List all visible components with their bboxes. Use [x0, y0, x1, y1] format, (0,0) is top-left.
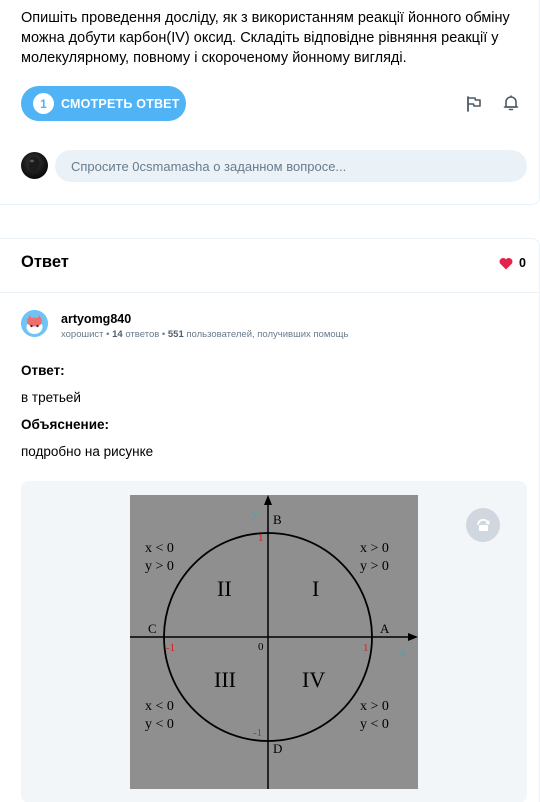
explanation-label: Объяснение:: [21, 417, 110, 432]
tick-origin: 0: [258, 641, 264, 653]
divider: [0, 292, 540, 293]
q3-y-condition: y < 0: [145, 717, 174, 732]
tick-left: -1: [166, 642, 175, 654]
attachment-image-box[interactable]: B C A D 1 -1 1 -1 0 y x II I III IV x <: [21, 481, 527, 802]
answers-count: 14: [112, 329, 123, 340]
q1-x-condition: x > 0: [360, 541, 389, 556]
username-link[interactable]: artyomg840: [61, 312, 131, 326]
point-top-label: B: [273, 512, 282, 527]
user-rank: хорошист: [61, 329, 104, 340]
rotate-image-button[interactable]: [466, 508, 500, 542]
helped-count: 551: [167, 329, 184, 340]
answer-count-badge: 1: [33, 93, 54, 114]
asker-avatar[interactable]: [21, 152, 48, 179]
avatar-image-icon: [29, 156, 40, 176]
ask-question-input[interactable]: Спросите 0csmamasha о заданном вопросе..…: [55, 150, 527, 182]
point-left-label: C: [148, 621, 157, 636]
tick-top: 1: [258, 532, 264, 544]
quadrant-i-label: I: [312, 576, 319, 601]
rotate-icon: [477, 519, 490, 531]
q1-y-condition: y > 0: [360, 559, 389, 574]
explanation-text: подробно на рисунке: [21, 444, 154, 459]
quadrant-ii-label: II: [217, 576, 232, 601]
answer-card: Ответ 0 artyomg840 хорошист • 14 ответов…: [0, 238, 540, 802]
x-axis-arrow-icon: [408, 633, 418, 641]
user-meta: хорошист • 14 ответов • 551 пользователе…: [61, 329, 348, 340]
tick-bottom: -1: [253, 727, 262, 739]
q4-y-condition: y < 0: [360, 717, 389, 732]
answer-text: в третьей: [21, 390, 81, 405]
q4-x-condition: x > 0: [360, 699, 389, 714]
bell-icon[interactable]: [502, 94, 520, 112]
q2-x-condition: x < 0: [145, 541, 174, 556]
heart-icon: [499, 257, 513, 269]
answer-heading: Ответ: [21, 253, 69, 271]
tick-right: 1: [363, 642, 369, 654]
like-count: 0: [519, 256, 526, 270]
q2-y-condition: y > 0: [145, 559, 174, 574]
helped-label: пользователей, получивших помощь: [186, 329, 349, 340]
quadrant-iii-label: III: [214, 667, 236, 692]
q3-x-condition: x < 0: [145, 699, 174, 714]
user-avatar[interactable]: [21, 310, 48, 337]
quadrant-iv-label: IV: [302, 667, 325, 692]
unit-circle-svg: B C A D 1 -1 1 -1 0 y x II I III IV x <: [130, 495, 418, 789]
y-axis-label: y: [251, 506, 258, 520]
answer-label: Ответ:: [21, 363, 65, 378]
x-axis-label: x: [399, 645, 406, 659]
point-right-label: A: [380, 621, 390, 636]
like-button[interactable]: 0: [499, 256, 526, 270]
unit-circle-diagram[interactable]: B C A D 1 -1 1 -1 0 y x II I III IV x <: [130, 495, 418, 789]
mascot-avatar-icon: [21, 310, 48, 337]
question-card: Опишіть проведення досліду, як з викорис…: [0, 0, 540, 205]
question-text: Опишіть проведення досліду, як з викорис…: [21, 10, 510, 66]
point-bottom-label: D: [273, 741, 282, 756]
flag-icon[interactable]: [465, 95, 483, 113]
y-axis-arrow-icon: [264, 495, 272, 505]
see-answer-button[interactable]: 1 СМОТРЕТЬ ОТВЕТ: [21, 86, 186, 121]
answers-label: ответов: [125, 329, 160, 340]
see-answer-label: СМОТРЕТЬ ОТВЕТ: [61, 96, 180, 111]
